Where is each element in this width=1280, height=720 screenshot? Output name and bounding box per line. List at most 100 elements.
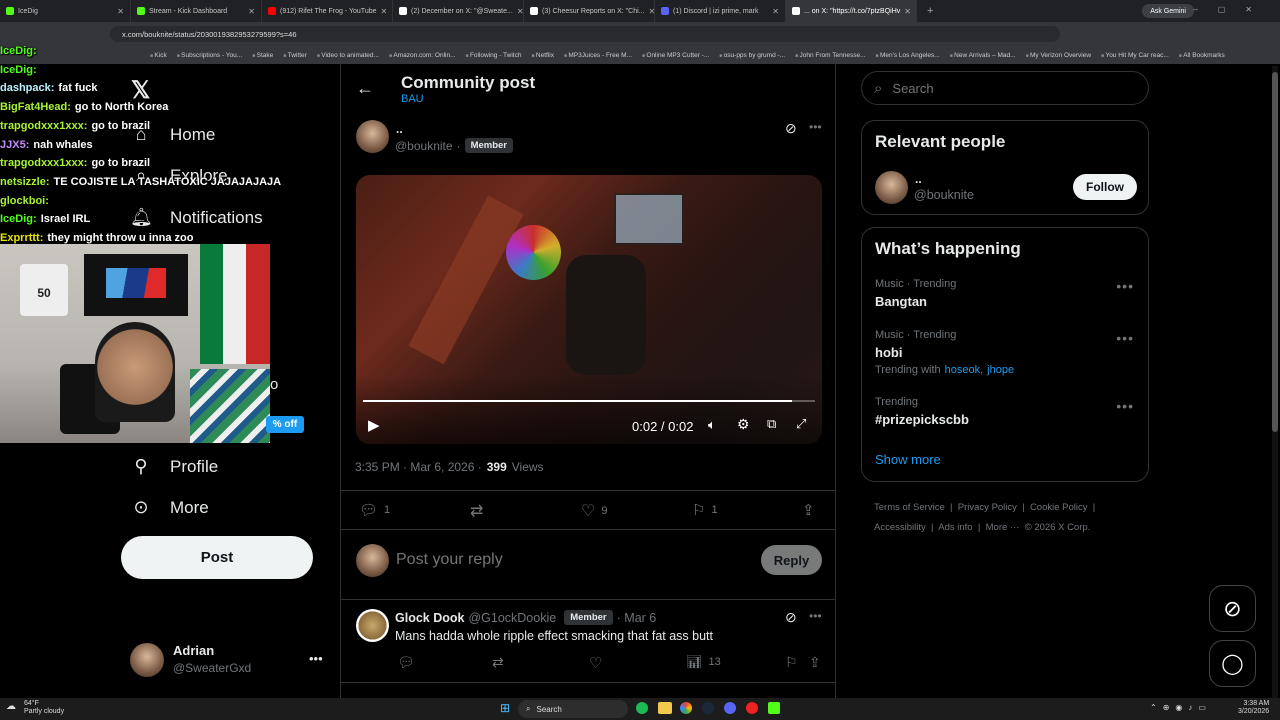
grok-icon[interactable]: ⊘ xyxy=(785,120,797,137)
bookmark-item[interactable]: Online MP3 Cutter -... xyxy=(642,52,709,59)
account-switcher[interactable] xyxy=(130,643,164,677)
scrollbar[interactable] xyxy=(1272,66,1278,698)
settings-icon[interactable]: ⚙ xyxy=(737,416,750,433)
fullscreen-icon[interactable]: ⤢ xyxy=(796,416,806,432)
grok-button[interactable]: ⊘ xyxy=(1209,585,1256,632)
more-dots-icon[interactable]: ••• xyxy=(1116,278,1134,294)
steam-icon[interactable] xyxy=(702,702,714,714)
video-progress-track[interactable] xyxy=(363,400,815,402)
avatar[interactable] xyxy=(875,171,908,204)
more-dots-icon[interactable]: ••• xyxy=(309,651,323,666)
bookmark-item[interactable]: Men's Los Angeles... xyxy=(876,52,940,59)
url-field[interactable]: x.com/bouknite/status/203001938295327959… xyxy=(110,26,1060,42)
avatar[interactable] xyxy=(356,609,389,642)
footer-link[interactable]: Privacy Policy xyxy=(958,502,1017,513)
trend-with-link[interactable]: hoseok xyxy=(945,364,980,376)
avatar[interactable] xyxy=(356,120,389,153)
close-icon[interactable]: ✕ xyxy=(381,7,388,16)
chrome-icon[interactable] xyxy=(680,702,692,714)
bookmark-item[interactable]: My Verizon Overview xyxy=(1026,52,1091,59)
bookmark-item[interactable]: Following - Twitch xyxy=(466,52,522,59)
reply-button[interactable]: Reply xyxy=(761,545,822,575)
search-box[interactable]: ⌕ xyxy=(861,71,1149,105)
share-action[interactable]: ⇪ xyxy=(802,501,815,519)
like-action[interactable]: ♡ xyxy=(589,654,602,672)
bookmark-item[interactable]: John From Tennesse... xyxy=(795,52,866,59)
author-name[interactable]: .. xyxy=(396,122,403,136)
trend-item[interactable]: Trending #prizepickscbb xyxy=(875,396,969,427)
community-link[interactable]: BAU xyxy=(401,93,424,105)
browser-tab-active[interactable]: ... on X: "https://t.co/7ptzBQiHv ✕ xyxy=(786,0,917,22)
window-controls[interactable]: –▢✕ xyxy=(1193,5,1272,14)
trend-with-link[interactable]: jhope xyxy=(987,364,1014,376)
footer-link[interactable]: Terms of Service xyxy=(874,502,945,513)
close-icon[interactable]: ✕ xyxy=(772,7,779,16)
reply-author-handle[interactable]: @G1ockDookie xyxy=(468,611,556,625)
bookmark-item[interactable]: Amazon.com: Onlin... xyxy=(389,52,455,59)
more-dots-icon[interactable]: ••• xyxy=(809,609,822,623)
post-button[interactable]: Post xyxy=(121,536,313,579)
bookmark-item[interactable]: Netflix xyxy=(531,52,554,59)
close-icon[interactable]: ✕ xyxy=(517,7,523,16)
dock-icon[interactable]: ⧉ xyxy=(767,416,776,432)
follow-button[interactable]: Follow xyxy=(1073,174,1137,200)
nav-more[interactable]: ⊙ More xyxy=(130,497,208,518)
close-icon[interactable]: ✕ xyxy=(117,7,124,16)
bookmark-action[interactable]: ⚐ xyxy=(785,654,798,671)
footer-link[interactable]: Accessibility xyxy=(874,522,926,533)
play-icon[interactable]: ▶ xyxy=(368,416,380,434)
person-name[interactable]: .. xyxy=(915,172,922,186)
scrollbar-thumb[interactable] xyxy=(1272,72,1278,432)
spotify-icon[interactable] xyxy=(636,702,648,714)
reply-author-name[interactable]: Glock Dook xyxy=(395,611,464,625)
repost-action[interactable]: ⇄ xyxy=(470,501,489,521)
grok-icon[interactable]: ⊘ xyxy=(785,609,797,626)
author-handle[interactable]: @bouknite xyxy=(395,139,453,153)
system-tray[interactable]: ⌃⊕◉♪▭ xyxy=(1150,703,1212,712)
browser-tab[interactable]: Stream - Kick Dashboard ✕ xyxy=(131,0,262,22)
browser-tab[interactable]: (912) Rifet The Frog - YouTube ✕ xyxy=(262,0,393,22)
footer-link[interactable]: More ··· xyxy=(986,522,1020,533)
volume-icon[interactable]: 🔈︎ xyxy=(708,417,716,433)
ask-gemini-button[interactable]: Ask Gemini xyxy=(1142,4,1194,18)
discord-icon[interactable] xyxy=(724,702,736,714)
trend-item[interactable]: Music · Trending Bangtan xyxy=(875,278,956,309)
close-icon[interactable]: ✕ xyxy=(904,7,911,16)
taskbar-search[interactable]: ⌕ Search xyxy=(518,700,628,718)
windows-start-icon[interactable]: ⊞ xyxy=(500,701,510,715)
close-icon[interactable]: ✕ xyxy=(248,7,255,16)
messages-button[interactable]: ◯ xyxy=(1209,640,1256,687)
search-input[interactable] xyxy=(892,80,1113,96)
footer-link[interactable]: Cookie Policy xyxy=(1030,502,1088,513)
reply-action[interactable]: 💬︎ xyxy=(397,654,415,671)
repost-action[interactable]: ⇄ xyxy=(492,654,504,671)
reply-input[interactable] xyxy=(396,548,696,572)
bookmark-action[interactable]: ⚐ 1 xyxy=(692,501,718,519)
browser-tab[interactable]: (1) Discord | izi prime, mark ✕ xyxy=(655,0,786,22)
obs-icon[interactable] xyxy=(746,702,758,714)
reply-action[interactable]: 💬︎ 1 xyxy=(359,501,390,519)
nav-profile[interactable]: ⚲ Profile xyxy=(130,456,218,477)
folder-icon[interactable] xyxy=(658,702,672,714)
person-handle[interactable]: @bouknite xyxy=(914,188,974,202)
timestamp[interactable]: 3:35 PM · Mar 6, 2026 · xyxy=(355,460,482,474)
more-dots-icon[interactable]: ••• xyxy=(809,120,822,134)
views-action[interactable]: 📊︎ 13 xyxy=(686,654,721,670)
reply-date[interactable]: · Mar 6 xyxy=(617,611,657,625)
browser-tab[interactable]: IceDig ✕ xyxy=(0,0,131,22)
new-tab-button[interactable]: + xyxy=(917,5,933,17)
bookmark-item[interactable]: All Bookmarks xyxy=(1179,52,1225,59)
browser-tab[interactable]: (3) Cheesur Reports on X: "Chi... ✕ xyxy=(524,0,655,22)
weather-widget[interactable]: 64°F Partly cloudy xyxy=(24,700,64,716)
video-player[interactable]: ▶ 0:02 / 0:02 🔈︎ ⚙ ⧉ ⤢ xyxy=(356,175,822,444)
bookmark-item[interactable]: New Arrivals – Mad... xyxy=(950,52,1015,59)
footer-link[interactable]: Ads info xyxy=(938,522,972,533)
like-action[interactable]: ♡ 9 xyxy=(581,501,607,521)
bookmark-item[interactable]: Video to animated... xyxy=(317,52,379,59)
clock[interactable]: 3:38 AM 3/20/2026 xyxy=(1238,700,1269,716)
back-arrow-icon[interactable]: ← xyxy=(356,78,374,99)
show-more-link[interactable]: Show more xyxy=(875,452,941,467)
browser-tab[interactable]: (2) December on X: "@Sweate... ✕ xyxy=(393,0,524,22)
kick-icon[interactable] xyxy=(768,702,780,714)
bookmark-item[interactable]: MP3Juices - Free M... xyxy=(564,52,632,59)
